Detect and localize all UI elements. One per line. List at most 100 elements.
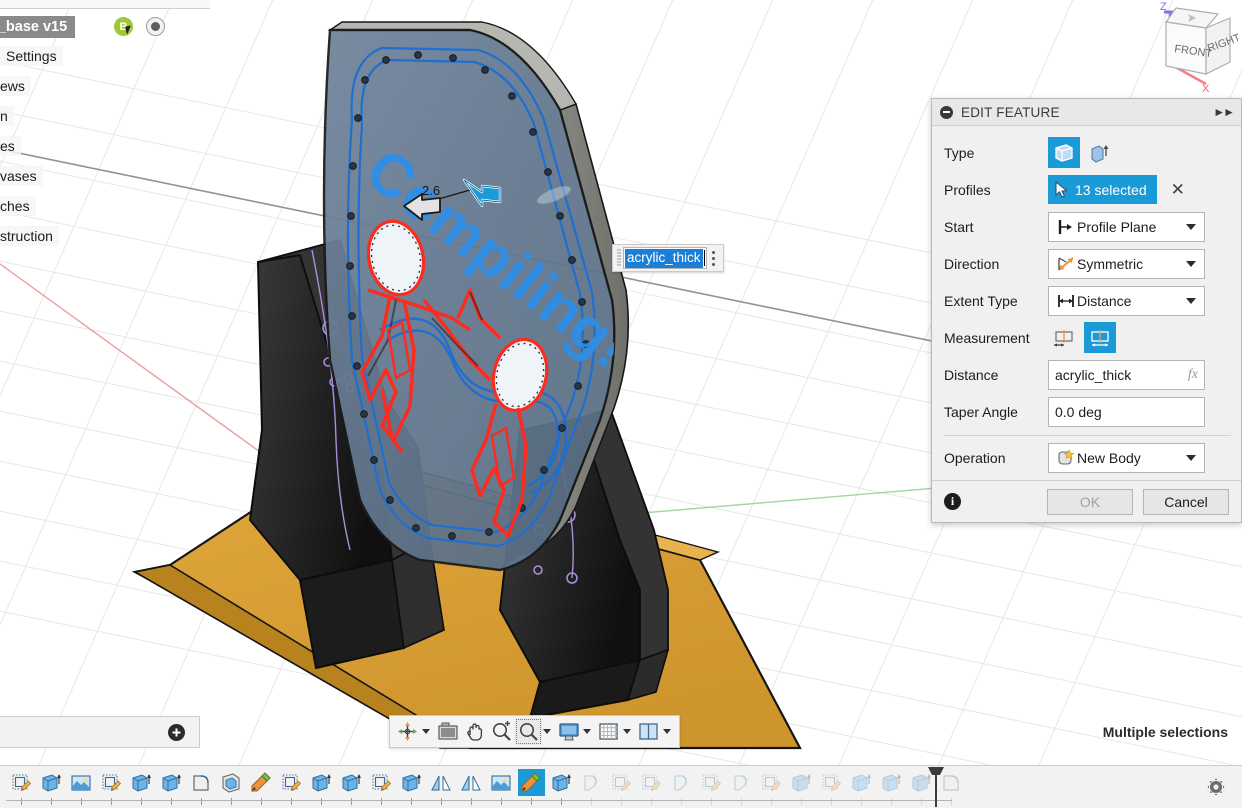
timeline-node-extrude[interactable]	[786, 766, 816, 808]
timeline-node-sketch[interactable]	[96, 766, 126, 808]
pan-button[interactable]	[461, 718, 488, 745]
timeline-node-sketch[interactable]	[816, 766, 846, 808]
sketch-icon	[98, 769, 125, 796]
dimension-value: 2.6	[422, 183, 440, 198]
extent-type-dropdown[interactable]: Distance	[1048, 285, 1205, 316]
collapse-icon[interactable]	[940, 105, 953, 119]
taper-angle-input[interactable]: 0.0 deg	[1048, 396, 1205, 427]
display-settings-caret[interactable]	[583, 729, 591, 734]
timeline-node-revolve[interactable]	[576, 766, 606, 808]
timeline-node-extrude[interactable]	[876, 766, 906, 808]
view-cube[interactable]: X Z FRONT RIGHT	[1126, 0, 1242, 96]
timeline-node-extrude[interactable]	[36, 766, 66, 808]
inline-options-menu[interactable]	[707, 247, 721, 269]
extrude-solid-toggle[interactable]	[1048, 137, 1080, 168]
orbit-dropdown-caret[interactable]	[422, 729, 430, 734]
timeline-node-mirror[interactable]	[456, 766, 486, 808]
x-axis-label: X	[1202, 83, 1210, 95]
orbit-button[interactable]	[394, 718, 421, 745]
direction-value: Symmetric	[1077, 255, 1144, 272]
row-start: Start Profile Plane	[944, 208, 1231, 245]
timeline-node-sketch[interactable]	[636, 766, 666, 808]
timeline-node-shell[interactable]	[216, 766, 246, 808]
gear-icon[interactable]	[1204, 775, 1228, 799]
timeline-node-canvas[interactable]	[486, 766, 516, 808]
extent-type-value: Distance	[1077, 292, 1132, 309]
viewports-caret[interactable]	[663, 729, 671, 734]
display-settings-button[interactable]	[555, 718, 582, 745]
extrude-surface-toggle[interactable]	[1084, 137, 1116, 168]
measurement-whole-length-toggle[interactable]	[1084, 322, 1116, 353]
look-at-button[interactable]	[434, 718, 461, 745]
drag-grip-icon[interactable]	[615, 247, 623, 269]
timeline-node-extrude[interactable]	[126, 766, 156, 808]
extrude-icon	[788, 769, 815, 796]
expand-icon[interactable]: ►►	[1213, 105, 1235, 119]
clear-selection-icon[interactable]: ✕	[1171, 181, 1185, 198]
timeline-node-extrude[interactable]	[156, 766, 186, 808]
inline-value-editor[interactable]: acrylic_thick	[612, 244, 724, 272]
timeline-node-revolve[interactable]	[726, 766, 756, 808]
timeline-node-appearance[interactable]	[516, 766, 546, 808]
timeline-node-sketch[interactable]	[696, 766, 726, 808]
viewports-button[interactable]	[635, 718, 662, 745]
fx-icon[interactable]: fx	[1188, 367, 1198, 383]
operation-caret-icon[interactable]	[1186, 454, 1196, 461]
timeline-node-appearance[interactable]	[246, 766, 276, 808]
inline-value-input[interactable]: acrylic_thick	[623, 247, 707, 269]
sketch-icon	[368, 769, 395, 796]
timeline-marker[interactable]	[925, 766, 947, 808]
fit-button[interactable]	[515, 718, 542, 745]
operation-dropdown[interactable]: New Body	[1048, 442, 1205, 473]
timeline-node-fillet[interactable]	[186, 766, 216, 808]
profiles-selection-button[interactable]: 13 selected	[1048, 175, 1157, 204]
start-caret-icon[interactable]	[1186, 223, 1196, 230]
sketch-icon	[758, 769, 785, 796]
timeline-node-extrude[interactable]	[306, 766, 336, 808]
cancel-button[interactable]: Cancel	[1143, 488, 1229, 515]
start-dropdown[interactable]: Profile Plane	[1048, 211, 1205, 242]
timeline-node-extrude[interactable]	[846, 766, 876, 808]
timeline-rail	[6, 800, 952, 801]
timeline-node-canvas[interactable]	[66, 766, 96, 808]
timeline-node-mirror[interactable]	[426, 766, 456, 808]
add-comment-button[interactable]	[168, 723, 185, 741]
zoom-button[interactable]	[488, 718, 515, 745]
fit-dropdown-caret[interactable]	[543, 729, 551, 734]
extent-type-caret-icon[interactable]	[1186, 297, 1196, 304]
timeline-node-sketch[interactable]	[276, 766, 306, 808]
measurement-half-length-toggle[interactable]	[1048, 322, 1080, 353]
timeline-node-revolve[interactable]	[666, 766, 696, 808]
timeline-items	[0, 766, 966, 808]
timeline-node-sketch[interactable]	[6, 766, 36, 808]
view-navigation-toolbar	[389, 715, 680, 748]
timeline-bar	[0, 765, 1242, 808]
distance-input[interactable]: acrylic_thick fx	[1048, 359, 1205, 390]
revolve-icon	[728, 769, 755, 796]
timeline-node-extrude[interactable]	[396, 766, 426, 808]
direction-dropdown[interactable]: Symmetric	[1048, 248, 1205, 279]
timeline-node-extrude[interactable]	[336, 766, 366, 808]
row-operation: Operation New Body	[944, 439, 1231, 476]
row-type: Type	[944, 134, 1231, 171]
symmetric-icon	[1055, 256, 1077, 272]
label-type: Type	[944, 144, 975, 161]
info-icon[interactable]: i	[944, 493, 961, 510]
grid-and-snaps-button[interactable]	[595, 718, 622, 745]
extrude-icon	[878, 769, 905, 796]
direction-caret-icon[interactable]	[1186, 260, 1196, 267]
ok-button[interactable]: OK	[1047, 488, 1133, 515]
sketch-icon	[638, 769, 665, 796]
timeline-node-sketch[interactable]	[366, 766, 396, 808]
grid-and-snaps-caret[interactable]	[623, 729, 631, 734]
selection-cursor-icon	[1054, 181, 1069, 198]
shell-icon	[218, 769, 245, 796]
extrude-icon	[338, 769, 365, 796]
timeline-node-extrude[interactable]	[546, 766, 576, 808]
extrude-icon	[398, 769, 425, 796]
extrude-icon	[128, 769, 155, 796]
new-body-icon	[1055, 448, 1077, 467]
dialog-header[interactable]: EDIT FEATURE ►►	[932, 99, 1241, 126]
timeline-node-sketch[interactable]	[756, 766, 786, 808]
timeline-node-sketch[interactable]	[606, 766, 636, 808]
